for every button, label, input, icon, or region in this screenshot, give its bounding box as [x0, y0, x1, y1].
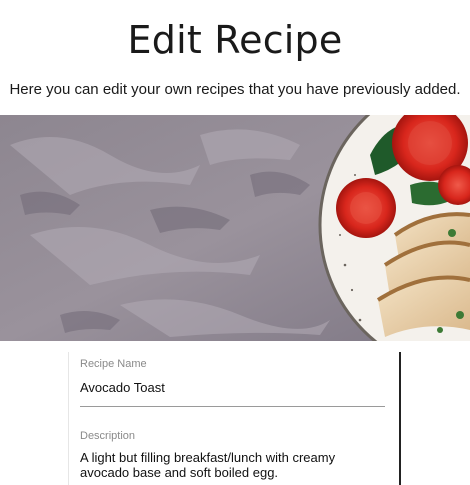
- description-label: Description: [80, 430, 136, 442]
- recipe-name-underline: [80, 406, 385, 407]
- edit-recipe-page: Edit Recipe Here you can edit your own r…: [0, 0, 470, 485]
- page-title: Edit Recipe: [127, 18, 343, 62]
- description-input[interactable]: A light but filling breakfast/lunch with…: [80, 450, 380, 480]
- recipe-form: Recipe Name Avocado Toast Description A …: [68, 352, 401, 485]
- page-subtitle: Here you can edit your own recipes that …: [9, 81, 461, 98]
- recipe-name-input[interactable]: Avocado Toast: [80, 380, 380, 395]
- recipe-name-label: Recipe Name: [80, 358, 147, 370]
- hero-image: [0, 115, 470, 341]
